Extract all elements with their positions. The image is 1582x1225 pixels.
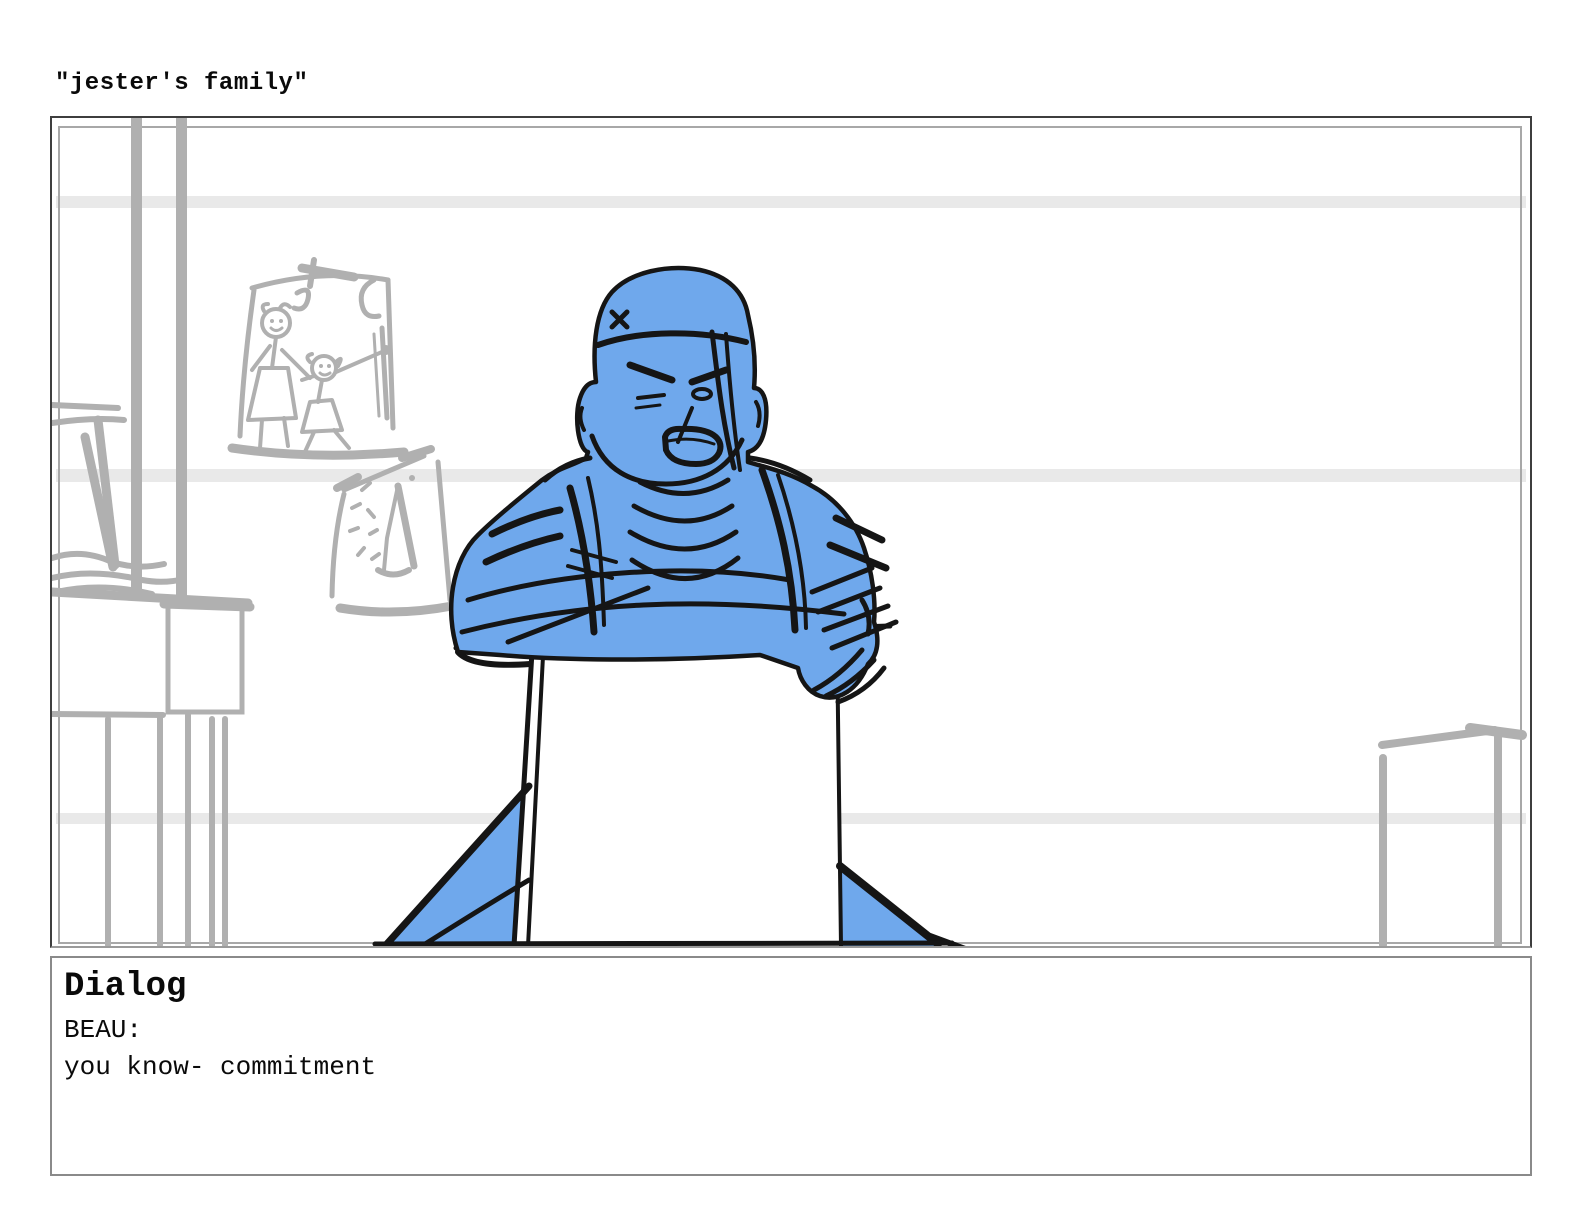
dialog-box: Dialog BEAU: you know- commitment (50, 956, 1532, 1176)
storyboard-frame (50, 116, 1532, 948)
wall-poles (131, 118, 187, 602)
scene-title: "jester's family" (55, 70, 309, 97)
dialog-speaker: BEAU: (64, 1015, 143, 1045)
dialog-heading: Dialog (64, 968, 187, 1006)
side-table-sketch (1378, 723, 1527, 946)
character-beau (448, 265, 899, 705)
dialog-text: you know- commitment (64, 1052, 377, 1082)
storyboard-sketch (52, 118, 1527, 946)
wall-drawing-family (227, 257, 409, 460)
storyboard-page: "jester's family" Dialog BEAU: you know-… (0, 0, 1582, 1225)
desk-computer-sketch (52, 402, 255, 946)
